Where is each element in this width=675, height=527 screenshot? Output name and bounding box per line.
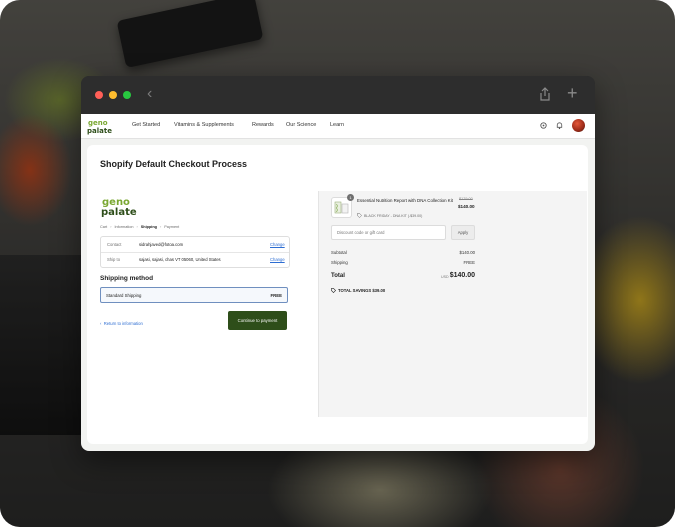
return-to-information-link[interactable]: ‹ Return to information: [100, 321, 143, 326]
shipping-method-heading: Shipping method: [100, 275, 154, 282]
contact-label: Contact: [107, 242, 122, 247]
contact-value: sidrahjaved@fotoa.com: [139, 242, 184, 247]
apply-discount-button[interactable]: Apply: [451, 225, 475, 240]
continue-to-payment-button[interactable]: Continue to payment: [228, 311, 287, 330]
nav-rewards[interactable]: Rewards: [252, 122, 274, 128]
ship-to-value: sajasi, sajasi, chas VT 05060, United St…: [139, 257, 221, 262]
breadcrumb-shipping: Shipping: [140, 225, 157, 229]
ship-to-label: Ship to: [107, 257, 121, 262]
settings-icon[interactable]: [539, 121, 548, 130]
shipping-option-name: Standard Shipping: [106, 293, 142, 298]
breadcrumb-cart[interactable]: Cart: [100, 225, 107, 229]
shipping-value: FREE: [463, 260, 475, 265]
browser-titlebar: ‹ +: [81, 76, 595, 114]
page-title: Shopify Default Checkout Process: [100, 159, 248, 169]
total-value: $140.00: [449, 272, 475, 279]
product-discount: BLACK FRIDAY - DNA KIT (-$39.00): [357, 213, 422, 218]
new-tab-icon[interactable]: +: [567, 83, 578, 103]
bell-icon[interactable]: [555, 121, 564, 130]
order-summary: 1 Essential Nutrition Report with DNA Co…: [318, 191, 587, 417]
subtotal-label: Subtotal: [331, 250, 347, 255]
product-name: Essential Nutrition Report with DNA Coll…: [357, 198, 453, 203]
svg-text:palate: palate: [101, 207, 137, 217]
product-price: $140.00: [458, 204, 475, 209]
background-register: [116, 0, 264, 69]
nav-get-started[interactable]: Get Started: [132, 122, 160, 128]
product-original-price: $179.00: [459, 197, 473, 201]
total-label: Total: [331, 273, 345, 279]
shipping-label: Shipping: [331, 260, 348, 265]
nav-our-science[interactable]: Our Science: [286, 122, 316, 128]
user-avatar[interactable]: [572, 119, 585, 132]
discount-code-input[interactable]: [331, 225, 446, 240]
shipping-option-standard[interactable]: Standard Shipping FREE: [100, 287, 288, 303]
breadcrumb: Cart › Information › Shipping › Payment: [100, 225, 180, 229]
breadcrumb-payment: Payment: [164, 225, 180, 229]
review-box: Contact sidrahjaved@fotoa.com Change Shi…: [100, 236, 290, 268]
chevron-left-icon: ‹: [100, 321, 102, 326]
checkout-genopalate-logo[interactable]: geno palate: [100, 195, 144, 217]
close-window-button[interactable]: [95, 91, 103, 99]
savings-tag-icon: [331, 288, 336, 293]
maximize-window-button[interactable]: [123, 91, 131, 99]
change-address-link[interactable]: Change: [270, 257, 285, 262]
ship-to-row: Ship to sajasi, sajasi, chas VT 05060, U…: [101, 252, 289, 267]
nav-learn[interactable]: Learn: [330, 122, 344, 128]
nav-vitamins-supplements[interactable]: Vitamins & Supplements: [174, 122, 234, 128]
contact-row: Contact sidrahjaved@fotoa.com Change: [101, 237, 289, 253]
shipping-option-price: FREE: [270, 293, 282, 298]
dna-kit-image-icon: [334, 201, 349, 214]
content-card: Shopify Default Checkout Process geno pa…: [87, 145, 588, 444]
share-icon[interactable]: [539, 87, 551, 101]
breadcrumb-information[interactable]: Information: [114, 225, 133, 229]
genopalate-logo[interactable]: geno palate: [86, 117, 114, 135]
svg-text:palate: palate: [87, 127, 112, 135]
total-savings: TOTAL SAVINGS $39.00: [331, 288, 385, 293]
checkout-preview: geno palate Cart › Information › Shipping › Pa…: [100, 191, 587, 417]
change-contact-link[interactable]: Change: [270, 242, 285, 247]
browser-viewport: geno palate Get Started Vitamins & Suppl…: [81, 114, 595, 451]
back-arrow-icon[interactable]: ‹: [147, 85, 152, 103]
site-navbar: geno palate Get Started Vitamins & Suppl…: [81, 114, 595, 139]
subtotal-value: $140.00: [459, 250, 475, 255]
shipping-row: Shipping FREE: [331, 260, 475, 265]
quantity-badge: 1: [347, 194, 354, 201]
browser-window: ‹ + geno palate Get Started Vitamins & S…: [81, 76, 595, 451]
total-currency: USD: [441, 275, 449, 279]
checkout-main-column: geno palate Cart › Information › Shipping › Pa…: [100, 191, 308, 417]
tag-icon: [357, 213, 362, 218]
subtotal-row: Subtotal $140.00: [331, 250, 475, 255]
minimize-window-button[interactable]: [109, 91, 117, 99]
svg-text:geno: geno: [88, 119, 108, 127]
